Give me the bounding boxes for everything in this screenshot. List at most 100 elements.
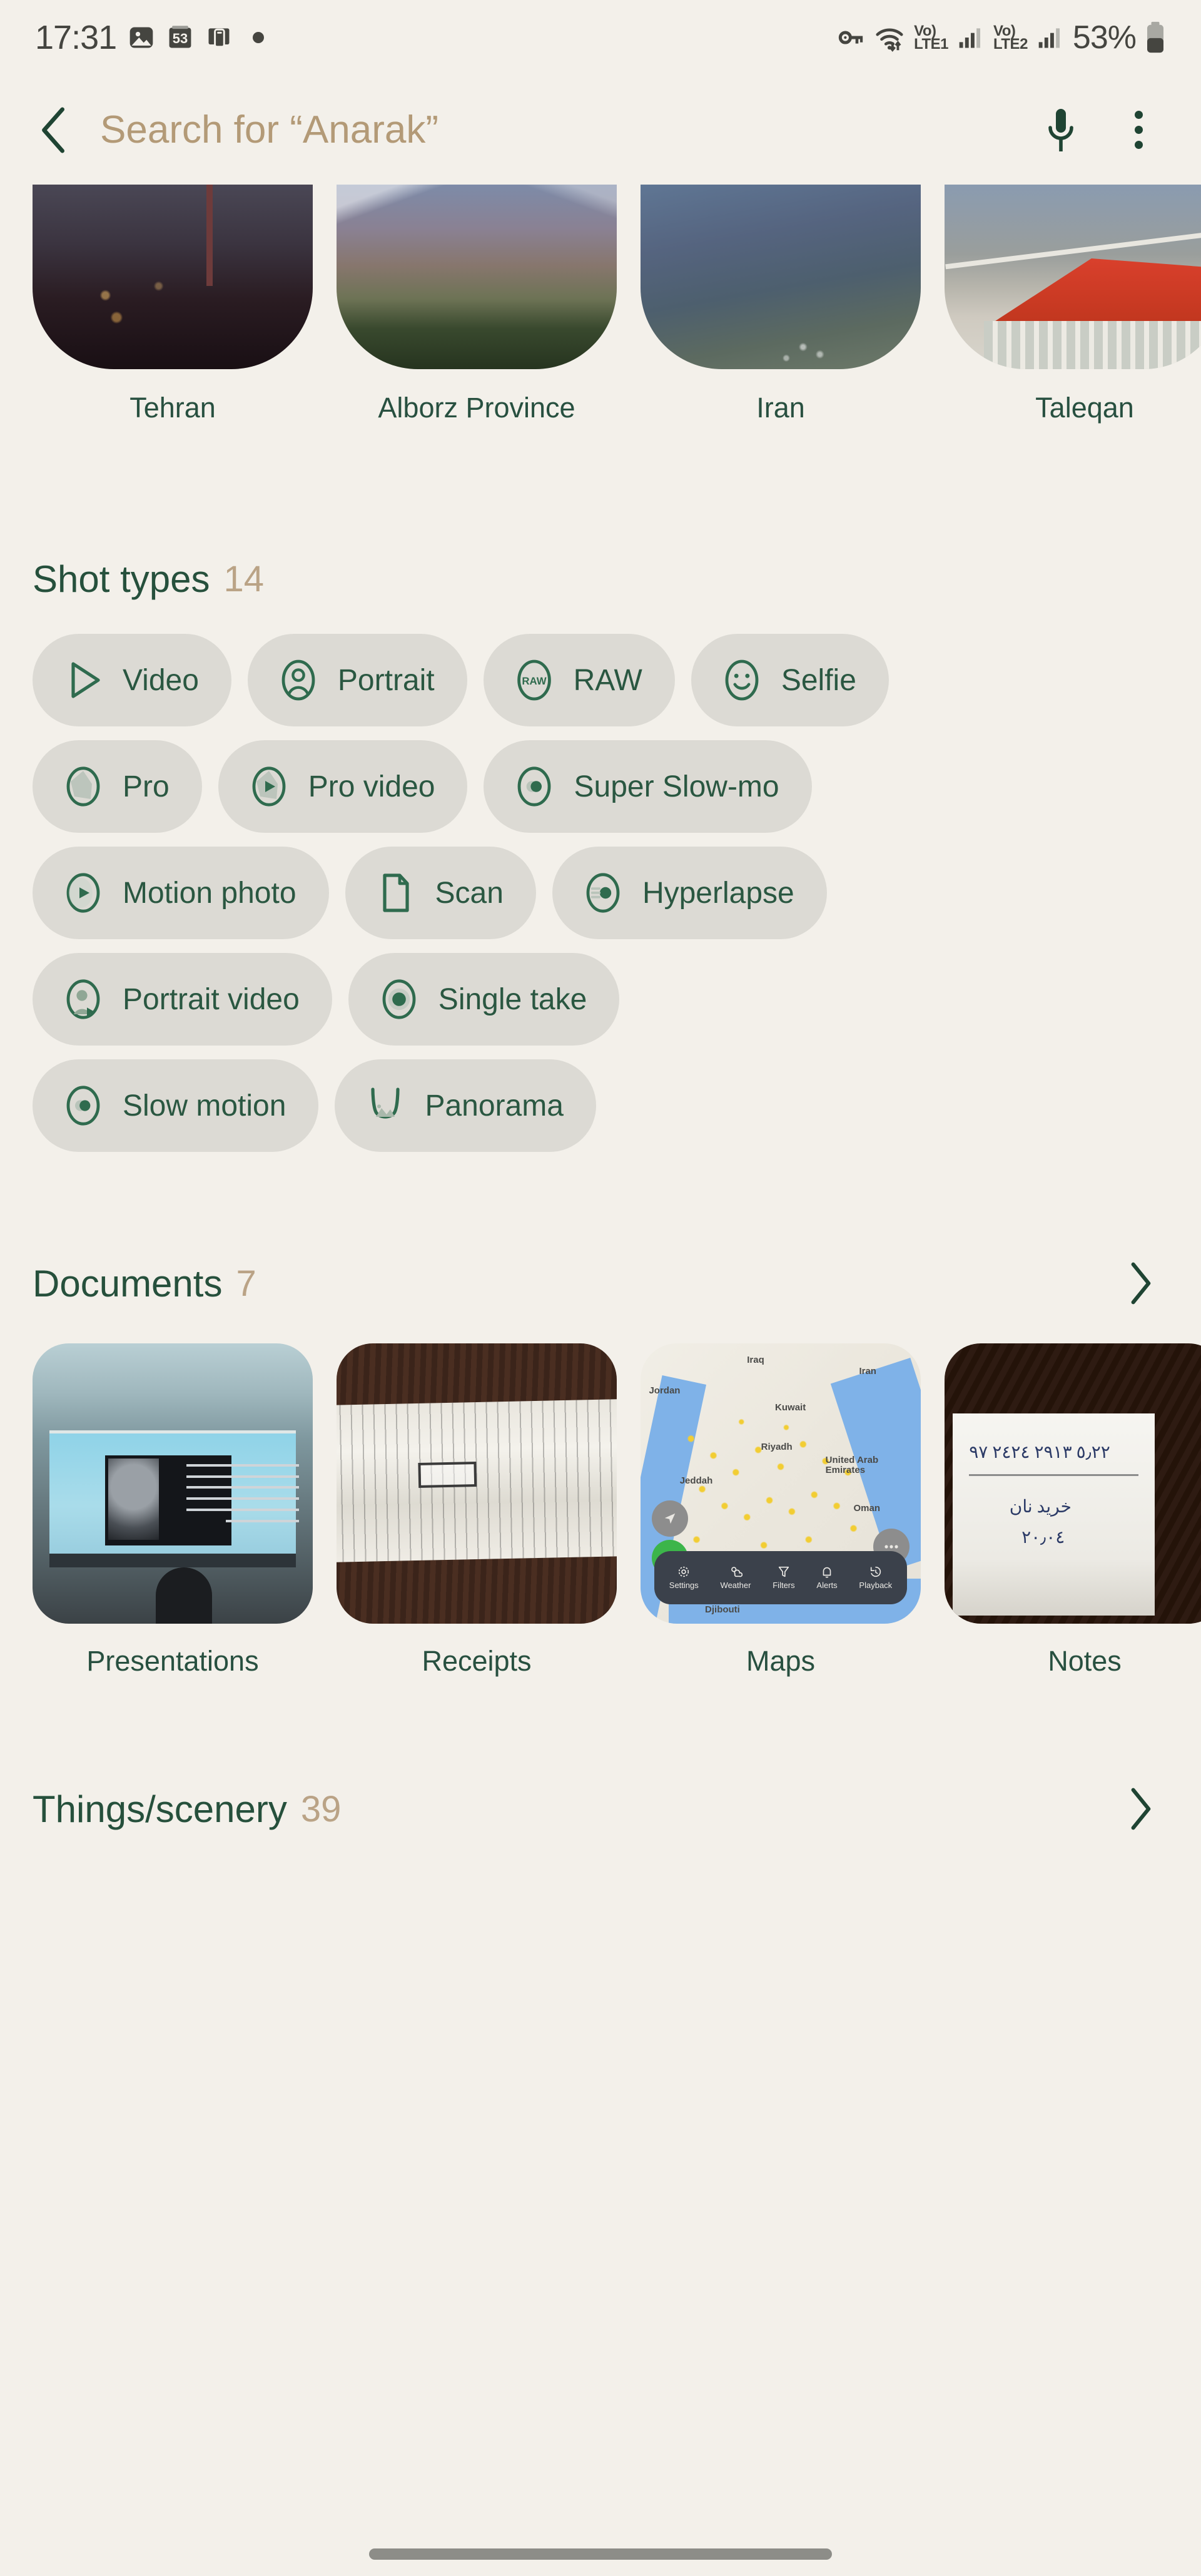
person-circle-icon: [275, 657, 322, 703]
map-tool-label: Settings: [669, 1581, 699, 1591]
motion-photo-icon: [60, 870, 106, 916]
map-tool-label: Alerts: [816, 1581, 838, 1591]
chevron-right-icon[interactable]: [1112, 1781, 1168, 1837]
red-tile-roof: [995, 258, 1201, 322]
shot-type-chip-video[interactable]: Video: [33, 634, 231, 726]
smiley-face-icon: [719, 657, 765, 703]
sim1-volte-label: Vo) LTE1: [914, 22, 949, 53]
glass-facade: [983, 321, 1201, 369]
shot-type-chip-panorama[interactable]: Panorama: [335, 1059, 596, 1152]
page-title: Search for “Anarak”: [100, 108, 438, 151]
wifi-icon: [874, 22, 905, 53]
map-label: Jeddah: [679, 1475, 713, 1486]
document-label: Receipts: [422, 1645, 532, 1677]
more-options-button[interactable]: [1108, 100, 1168, 160]
shot-type-chip-scan[interactable]: Scan: [345, 847, 536, 939]
document-thumbnail[interactable]: [337, 1343, 617, 1624]
map-tool-settings[interactable]: Settings: [669, 1565, 699, 1590]
shot-type-chip-slow-motion[interactable]: Slow motion: [33, 1059, 319, 1152]
mountain-ridge-photo: [337, 185, 617, 369]
note-underline: [969, 1474, 1139, 1476]
chip-label: Scan: [435, 876, 504, 910]
menu-dot-2: [1134, 126, 1143, 134]
location-label: Iran: [756, 392, 805, 424]
shot-type-chip-portrait-video[interactable]: Portrait video: [33, 953, 332, 1046]
document-card[interactable]: Jordan Iraq Iran Kuwait Riyadh United Ar…: [641, 1343, 921, 1677]
sim2-signal-icon: [1036, 24, 1064, 51]
map-tool-filters[interactable]: Filters: [773, 1565, 795, 1590]
invoice-paper: [337, 1399, 617, 1562]
documents-results-row[interactable]: Presentations Receipts Jordan Iraq Iran …: [0, 1321, 1201, 1677]
slow-motion-icon: [60, 1082, 106, 1129]
document-card[interactable]: Presentations: [33, 1343, 313, 1677]
documents-section-header[interactable]: Documents 7: [0, 1246, 1201, 1321]
status-clock: 17:31: [35, 19, 117, 56]
location-thumbnail[interactable]: [33, 185, 313, 369]
panorama-icon: [362, 1082, 408, 1129]
shot-types-row: Slow motion Panorama: [33, 1059, 1168, 1152]
gesture-nav-handle[interactable]: [369, 2548, 832, 2560]
shot-type-chip-raw[interactable]: RAW RAW: [483, 634, 675, 726]
location-thumbnail[interactable]: [641, 185, 921, 369]
shot-type-chip-hyperlapse[interactable]: Hyperlapse: [552, 847, 827, 939]
status-bar-right: Vo) LTE1 Vo) LTE2 53%: [836, 19, 1166, 56]
sim-card-icon: [205, 24, 233, 51]
document-label: Maps: [746, 1645, 816, 1677]
location-card[interactable]: Taleqan: [945, 185, 1201, 447]
sim1-signal-icon: [957, 24, 985, 51]
app-header: Search for “Anarak”: [0, 75, 1201, 185]
shot-types-chip-grid: Video Portrait RAW RAW Selfie Pro Pro vi…: [0, 616, 1201, 1152]
quote-line: [186, 1486, 299, 1489]
map-tool-weather[interactable]: Weather: [721, 1565, 751, 1590]
map-bottom-toolbar[interactable]: Settings Weather Filters Alerts Playback: [654, 1550, 907, 1604]
voice-search-button[interactable]: [1031, 100, 1091, 160]
chip-label: Video: [123, 663, 199, 697]
battery-icon: [1145, 21, 1166, 54]
chip-label: Hyperlapse: [642, 876, 794, 910]
shot-type-chip-pro[interactable]: Pro: [33, 740, 202, 833]
flight-radar-screenshot: Jordan Iraq Iran Kuwait Riyadh United Ar…: [641, 1343, 921, 1624]
shot-type-chip-portrait[interactable]: Portrait: [247, 634, 467, 726]
location-card[interactable]: Iran: [641, 185, 921, 447]
shot-type-chip-motion-photo[interactable]: Motion photo: [33, 847, 329, 939]
folded-invoice-photo: [337, 1343, 617, 1624]
document-card[interactable]: Receipts: [337, 1343, 617, 1677]
gallery-image-icon: [128, 24, 155, 51]
note-line-3: ٢٠٫٠٤: [1021, 1527, 1065, 1547]
location-card[interactable]: Tehran: [33, 185, 313, 447]
chip-label: Motion photo: [123, 876, 296, 910]
location-card[interactable]: Alborz Province: [337, 185, 617, 447]
map-tool-playback[interactable]: Playback: [859, 1565, 892, 1590]
shot-type-chip-pro-video[interactable]: Pro video: [218, 740, 468, 833]
navigate-fab[interactable]: [651, 1500, 689, 1537]
map-tool-alerts[interactable]: Alerts: [816, 1565, 838, 1591]
documents-count: 7: [236, 1263, 256, 1304]
chip-label: Portrait video: [123, 982, 300, 1016]
location-thumbnail[interactable]: [337, 185, 617, 369]
shot-types-title: Shot types: [33, 557, 210, 600]
chevron-right-icon[interactable]: [1112, 1255, 1168, 1311]
location-results-row[interactable]: Tehran Alborz Province Iran Taleqan: [0, 185, 1201, 447]
note-line-2: خرید نان: [1009, 1497, 1072, 1517]
back-button[interactable]: [25, 100, 85, 160]
document-thumbnail[interactable]: ٥٫٢٢ ٢٩١٣ ٢٤٢٤ ٩٧ خرید نان ٢٠٫٠٤: [945, 1343, 1201, 1624]
battery-percent-label: 53%: [1072, 19, 1137, 56]
shot-type-chip-selfie[interactable]: Selfie: [691, 634, 889, 726]
shot-type-chip-super-slow-mo[interactable]: Super Slow-mo: [484, 740, 812, 833]
shot-types-section-header: Shot types 14: [0, 541, 1201, 616]
status-bar-left: 17:31 53: [35, 18, 265, 57]
notification-dot-icon: [253, 32, 265, 43]
sim2-volte-label: Vo) LTE2: [993, 22, 1028, 53]
location-thumbnail[interactable]: [945, 185, 1201, 369]
shot-type-chip-single-take[interactable]: Single take: [348, 953, 620, 1046]
document-card[interactable]: ٥٫٢٢ ٢٩١٣ ٢٤٢٤ ٩٧ خرید نان ٢٠٫٠٤ Notes: [945, 1343, 1201, 1677]
document-thumbnail[interactable]: [33, 1343, 313, 1624]
svg-text:53: 53: [173, 31, 188, 46]
things-scenery-section-header[interactable]: Things/scenery 39: [0, 1771, 1201, 1846]
menu-dot-1: [1134, 111, 1143, 119]
quote-line: [186, 1464, 299, 1467]
map-tool-label: Playback: [859, 1581, 893, 1591]
location-label: Alborz Province: [378, 392, 575, 424]
document-thumbnail[interactable]: Jordan Iraq Iran Kuwait Riyadh United Ar…: [641, 1343, 921, 1624]
map-label: Kuwait: [775, 1402, 806, 1413]
